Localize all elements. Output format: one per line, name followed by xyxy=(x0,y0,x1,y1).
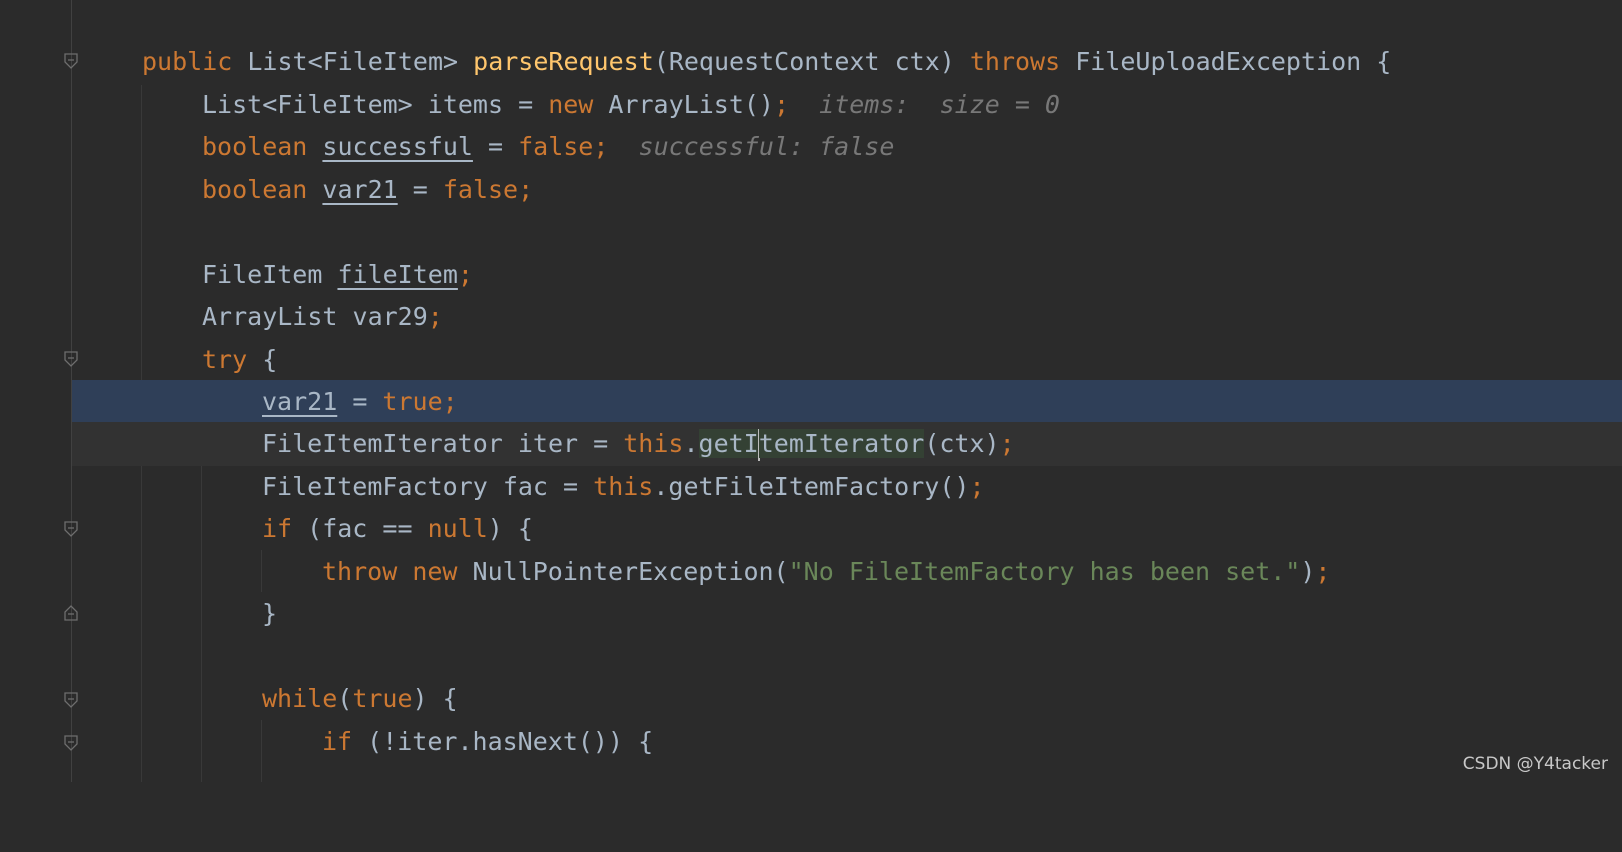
code-line[interactable]: boolean var21 = false; xyxy=(72,168,1622,212)
brace: ) { xyxy=(487,514,533,543)
code-text: ArrayList var29 xyxy=(202,302,428,331)
paren: ) xyxy=(1300,557,1316,586)
current-line[interactable]: FileItemIterator iter = this.getItemIter… xyxy=(72,422,1622,466)
inline-debug-value: items: size = 0 xyxy=(819,90,1060,119)
keyword: true; xyxy=(382,387,458,416)
code-line[interactable]: if (!iter.hasNext()) { xyxy=(72,720,1622,764)
keyword: this xyxy=(593,472,654,501)
keyword: if xyxy=(322,727,368,756)
code-line[interactable]: List<FileItem> items = new ArrayList(); … xyxy=(72,83,1622,127)
code-text: List<FileItem> items = xyxy=(202,90,549,119)
variable-name: var21 xyxy=(322,175,398,204)
condition: (!iter.hasNext()) { xyxy=(367,727,654,756)
keyword: true xyxy=(352,684,413,713)
variable-name: successful xyxy=(322,132,473,161)
keyword: new xyxy=(548,90,609,119)
keyword: false; xyxy=(442,175,534,204)
keyword: public xyxy=(142,47,248,76)
code-line[interactable]: throw new NullPointerException("No FileI… xyxy=(72,550,1622,594)
variable-name: fileItem xyxy=(337,260,458,289)
operator: = xyxy=(337,387,383,416)
keyword: if xyxy=(262,514,308,543)
keyword: new xyxy=(412,557,473,586)
code-text: FileItemIterator iter = xyxy=(262,429,624,458)
code-line[interactable]: if (fac == null) { xyxy=(72,507,1622,551)
code-line[interactable]: FileItemFactory fac = this.getFileItemFa… xyxy=(72,465,1622,509)
keyword: try xyxy=(202,345,263,374)
watermark: CSDN @Y4tacker xyxy=(1462,754,1608,774)
semicolon: ; xyxy=(773,90,790,119)
method-call: .getFileItemFactory() xyxy=(653,472,970,501)
code-line[interactable]: try { xyxy=(72,338,1622,382)
brace: { xyxy=(262,345,278,374)
operator: = xyxy=(472,132,519,161)
method-name-highlight: temIterator xyxy=(758,429,925,458)
code-line[interactable]: } xyxy=(72,592,1622,636)
operator: = xyxy=(397,175,443,204)
code-line[interactable]: while(true) { xyxy=(72,677,1622,721)
method-name: parseRequest xyxy=(473,47,654,76)
semicolon: ; xyxy=(427,302,443,331)
keyword: throw xyxy=(322,557,413,586)
method-name-highlight: getI xyxy=(698,429,759,458)
semicolon: ; xyxy=(457,260,473,289)
keyword: this xyxy=(623,429,684,458)
code-line[interactable]: public List<FileItem> parseRequest(Reque… xyxy=(72,40,1622,84)
semicolon: ; xyxy=(999,429,1015,458)
paren: ( xyxy=(337,684,353,713)
parameters: (RequestContext ctx) xyxy=(653,47,970,76)
code-line[interactable]: ArrayList var29; xyxy=(72,295,1622,339)
inline-debug-value: successful: false xyxy=(638,132,895,161)
code-text: FileItemFactory fac = xyxy=(262,472,594,501)
semicolon: ; xyxy=(969,472,985,501)
brace: } xyxy=(262,599,278,628)
keyword: boolean xyxy=(202,132,323,161)
semicolon: ; xyxy=(1315,557,1331,586)
brace: ) { xyxy=(412,684,458,713)
variable-name: var21 xyxy=(262,387,338,416)
execution-point-line[interactable]: var21 = true; xyxy=(72,380,1622,424)
type-name: List<FileItem> xyxy=(247,47,474,76)
code-text: ArrayList() xyxy=(608,90,774,119)
code-editor[interactable]: public List<FileItem> parseRequest(Reque… xyxy=(0,0,1622,782)
keyword: false; xyxy=(518,132,609,161)
exception-type: FileUploadException { xyxy=(1075,47,1392,76)
constructor-call: NullPointerException( xyxy=(472,557,789,586)
type-name: FileItem xyxy=(202,260,338,289)
string-literal: "No FileItemFactory has been set." xyxy=(788,557,1301,586)
keyword: while xyxy=(262,684,338,713)
keyword: throws xyxy=(969,47,1076,76)
arguments: (ctx) xyxy=(924,429,1000,458)
condition: (fac == xyxy=(307,514,428,543)
code-line[interactable]: FileItem fileItem; xyxy=(72,253,1622,297)
keyword: null xyxy=(427,514,488,543)
dot: . xyxy=(683,429,699,458)
code-line[interactable]: boolean successful = false; successful: … xyxy=(72,125,1622,169)
keyword: boolean xyxy=(202,175,323,204)
